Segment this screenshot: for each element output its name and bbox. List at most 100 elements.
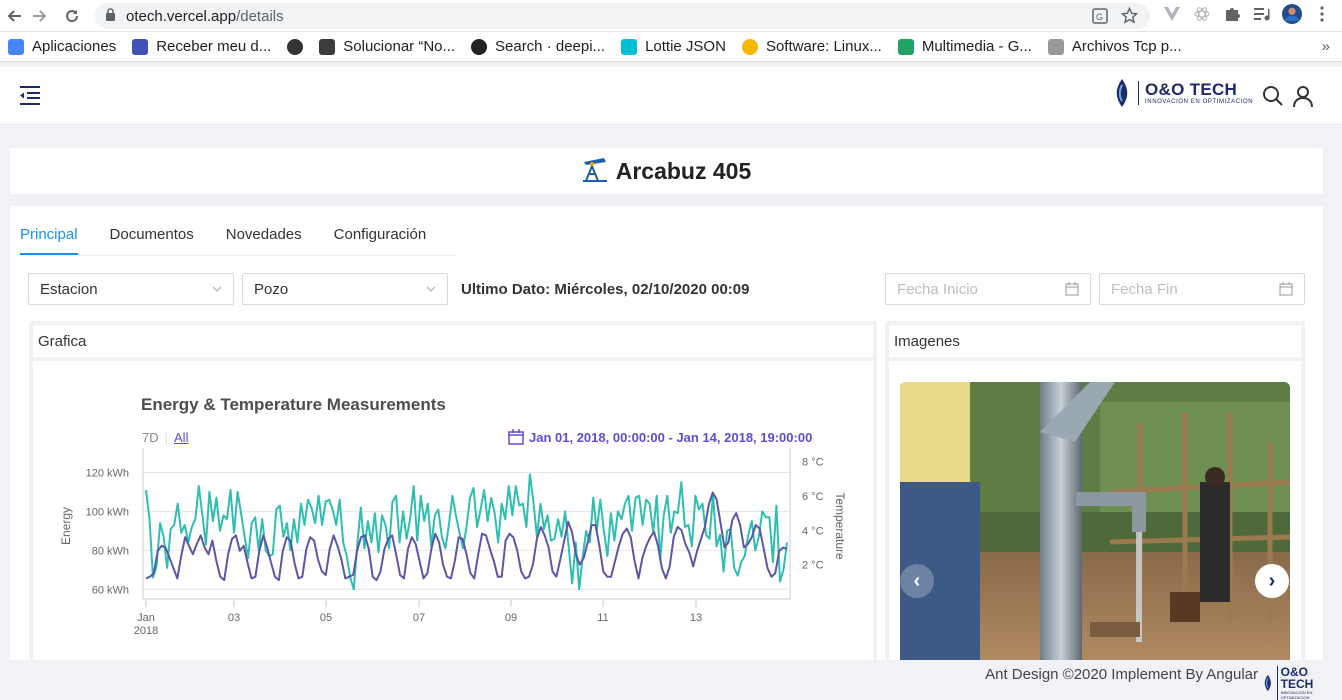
images-panel: Imagenes ‹ › (885, 321, 1305, 666)
chart-panel-body: Energy & Temperature Measurements 7D | A… (33, 361, 873, 666)
tab-novedades[interactable]: Novedades (226, 220, 302, 255)
bookmark-item[interactable]: Multimedia - G... (890, 38, 1040, 55)
tabs: Principal Documentos Novedades Configura… (20, 220, 456, 256)
bookmark-dark-icon (319, 38, 336, 55)
logo-title: O&O TECH (1145, 80, 1238, 99)
water-pump-photo (900, 382, 1290, 662)
x-tick-label: 09 (505, 612, 517, 624)
translate-icon[interactable]: G (1092, 8, 1108, 28)
vue-extension-icon[interactable] (1162, 4, 1182, 24)
x-tick-label: 05 (320, 612, 332, 624)
bookmark-item[interactable]: Aplicaciones (0, 38, 124, 55)
bookmark-item[interactable]: Archivos Tcp p... (1040, 38, 1190, 55)
well-select[interactable]: Pozo (242, 273, 448, 305)
main-card: Principal Documentos Novedades Configura… (10, 206, 1323, 666)
images-panel-header: Imagenes (889, 325, 1301, 357)
search-icon[interactable] (1261, 84, 1285, 108)
x-tick-label: 2018 (134, 625, 158, 637)
lock-icon (105, 7, 116, 25)
medal-icon (741, 38, 758, 55)
forward-icon[interactable] (26, 2, 54, 30)
oil-pump-icon (582, 156, 608, 187)
lottie-icon (621, 38, 638, 55)
images-panel-body: ‹ › (889, 361, 1301, 666)
tab-documentos[interactable]: Documentos (110, 220, 194, 255)
y-tick-label: 100 kWh (86, 506, 129, 518)
tab-configuracion[interactable]: Configuración (334, 220, 427, 255)
footer: Ant Design ©2020 Implement By Angular O&… (0, 660, 1342, 700)
google-drive-icon (897, 38, 914, 55)
bookmark-label: Lottie JSON (645, 38, 726, 55)
chevron-down-icon (212, 286, 222, 292)
bookmark-item[interactable]: Software: Linux... (734, 38, 890, 55)
footer-logo-title: O&O TECH (1280, 665, 1314, 691)
bookmark-label: Multimedia - G... (921, 38, 1032, 55)
station-select[interactable]: Estacion (28, 273, 234, 305)
title-card: Arcabuz 405 (10, 148, 1323, 194)
profile-avatar-icon[interactable] (1282, 4, 1302, 24)
globe-icon (287, 38, 304, 55)
bookmark-label: Archivos Tcp p... (1071, 38, 1182, 55)
last-data-label: Ultimo Dato: Miércoles, 02/10/2020 00:09 (461, 281, 750, 298)
carousel-prev-button[interactable]: ‹ (900, 564, 934, 598)
calendar-icon (1279, 282, 1293, 296)
carousel-next-button[interactable]: › (1255, 564, 1289, 598)
calendar-icon (1065, 282, 1079, 296)
more-menu-icon[interactable] (1312, 4, 1332, 24)
tab-principal[interactable]: Principal (20, 220, 78, 255)
menu-fold-icon[interactable] (18, 84, 42, 106)
y-tick-label: 120 kWh (86, 467, 129, 479)
logo-mark-icon (1264, 674, 1271, 692)
x-tick-label: 13 (690, 612, 702, 624)
puzzle-icon[interactable] (1222, 4, 1242, 24)
start-date-input[interactable]: Fecha Inicio (885, 273, 1091, 305)
logo-mark-icon (1116, 79, 1128, 107)
bookmark-label: Search · deepi... (495, 38, 606, 55)
y-axis-title: Energy (59, 507, 73, 545)
bookmark-label: Solucionar “No... (343, 38, 455, 55)
y2-tick-label: 2 °C (802, 560, 824, 572)
footer-text: Ant Design ©2020 Implement By Angular (985, 666, 1258, 683)
bookmarks-overflow-icon[interactable]: » (1322, 38, 1342, 55)
x-tick-label: Jan (137, 612, 155, 624)
url-host: otech.vercel.app (126, 7, 237, 25)
x-tick-label: 07 (413, 612, 425, 624)
extensions-area (1162, 4, 1332, 24)
bookmark-item[interactable]: Receber meu d... (124, 38, 279, 55)
bookmark-label: Aplicaciones (32, 38, 117, 55)
chart-panel-header: Grafica (33, 325, 873, 357)
bookmark-item[interactable]: Solucionar “No... (311, 38, 463, 55)
svg-text:G: G (1096, 12, 1103, 22)
well-select-value: Pozo (254, 280, 289, 298)
back-icon[interactable] (0, 2, 28, 30)
bookmark-item[interactable]: Search · deepi... (463, 38, 613, 55)
bookmark-item[interactable] (279, 38, 311, 55)
y-tick-label: 80 kWh (92, 545, 129, 557)
bookmark-item[interactable]: Lottie JSON (613, 38, 734, 55)
chevron-down-icon (426, 286, 436, 292)
end-date-input[interactable]: Fecha Fin (1099, 273, 1305, 305)
bookmark-label: Receber meu d... (156, 38, 272, 55)
x-tick-label: 11 (597, 612, 608, 624)
x-tick-label: 03 (228, 612, 240, 624)
react-extension-icon[interactable] (1192, 4, 1212, 24)
bookmark-k-icon (132, 38, 149, 55)
y-tick-label: 60 kWh (92, 584, 129, 596)
bookmarks-bar: Aplicaciones Receber meu d... Solucionar “… (0, 32, 1342, 62)
browser-toolbar: otech.vercel.app/details G (0, 0, 1342, 32)
bookmark-label: Software: Linux... (765, 38, 882, 55)
logo-subtitle: INNOVACION EN OPTIMIZACION (1145, 99, 1254, 105)
page-title: Arcabuz 405 (615, 157, 752, 184)
media-queue-icon[interactable] (1252, 4, 1272, 24)
address-bar[interactable]: otech.vercel.app/details G (95, 3, 1150, 29)
user-icon[interactable] (1291, 84, 1315, 108)
energy-temperature-chart[interactable]: 60 kWh 80 kWh 100 kWh 120 kWh 2 °C 4 °C 6 °C 8 … (33, 361, 873, 666)
url-path: /details (236, 7, 284, 25)
end-date-placeholder: Fecha Fin (1111, 280, 1178, 298)
start-date-placeholder: Fecha Inicio (897, 280, 978, 298)
footer-logo: O&O TECH INNOVACION EN OPTIMIZACION (1262, 666, 1342, 700)
star-icon[interactable] (1120, 6, 1139, 28)
github-icon (471, 38, 487, 55)
reload-icon[interactable] (58, 2, 86, 30)
company-logo[interactable]: O&O TECH INNOVACION EN OPTIMIZACION (1112, 79, 1253, 107)
